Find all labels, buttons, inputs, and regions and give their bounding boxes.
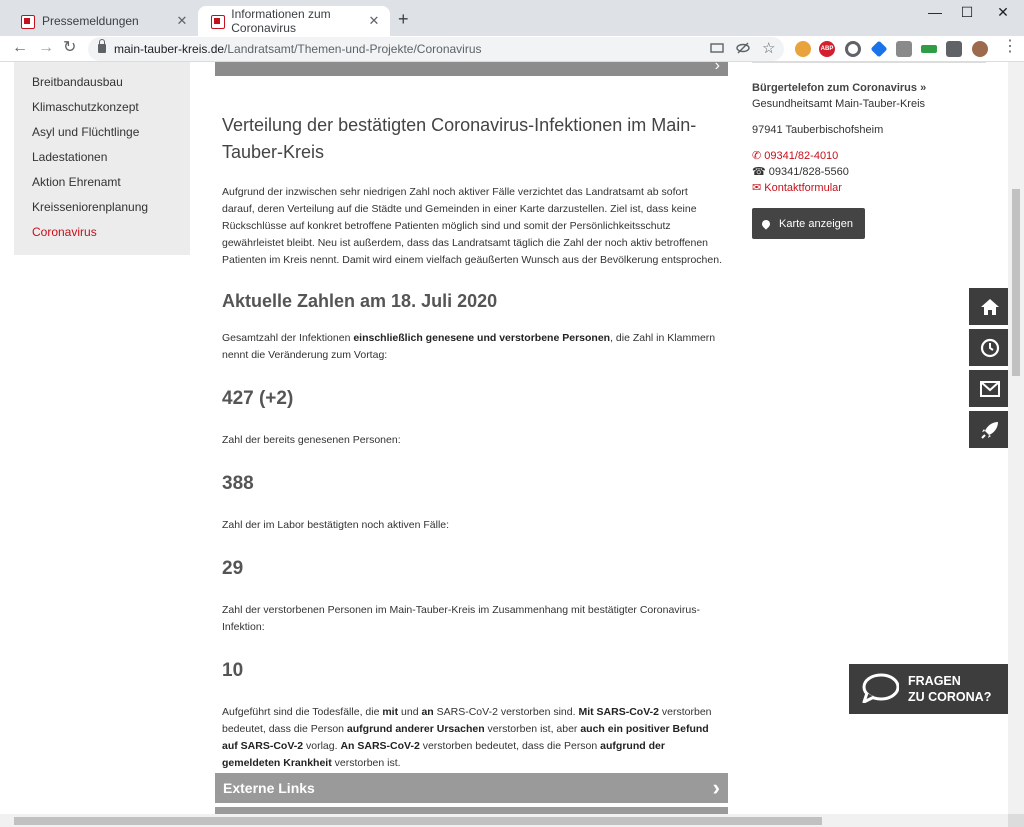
chat-bubble-icon	[862, 673, 899, 703]
clock-icon	[980, 338, 999, 357]
corona-questions-button[interactable]: FRAGEN ZU CORONA?	[849, 664, 1008, 714]
minimize-icon[interactable]: —	[920, 4, 950, 20]
envelope-icon: ✉	[752, 182, 765, 194]
deaths-note: Aufgeführt sind die Todesfälle, die mit …	[222, 706, 712, 769]
tab-coronavirus[interactable]: Informationen zum Coronavirus ✕	[198, 6, 390, 36]
extensions-puzzle-icon[interactable]	[946, 41, 962, 57]
browser-menu-icon[interactable]: ⋮	[1002, 38, 1018, 56]
contact-button[interactable]	[969, 370, 1008, 409]
mail-icon	[979, 380, 1000, 397]
new-tab-icon[interactable]: +	[398, 10, 409, 28]
map-pin-icon	[760, 217, 772, 230]
cast-icon[interactable]	[710, 41, 724, 55]
current-figures-heading: Aktuelle Zahlen am 18. Juli 2020	[222, 291, 498, 311]
home-icon	[980, 298, 999, 315]
profile-avatar[interactable]	[972, 41, 988, 57]
contact-form-link[interactable]: ✉ Kontaktformular	[752, 180, 986, 196]
site-favicon-icon	[20, 14, 35, 29]
window-close-icon[interactable]: ✕	[988, 4, 1018, 21]
forward-icon[interactable]: →	[38, 39, 54, 57]
external-links-label: Externe Links	[223, 780, 315, 796]
page-heading: Verteilung der bestätigten Coronavirus-I…	[222, 115, 697, 162]
drive-extension-icon[interactable]	[896, 41, 912, 57]
recovered-label: Zahl der bereits genesenen Personen:	[222, 434, 401, 446]
site-favicon-icon	[210, 14, 226, 29]
diamond-extension-icon[interactable]	[870, 40, 888, 58]
fax-icon: ☎	[752, 166, 769, 178]
sidebar-item-breitbandausbau[interactable]: Breitbandausbau	[14, 70, 190, 95]
total-infections-value: 427 (+2)	[222, 388, 294, 409]
reload-icon[interactable]: ↻	[63, 39, 76, 57]
hours-button[interactable]	[969, 329, 1008, 368]
fax-line: ☎ 09341/828-5560	[752, 166, 849, 178]
collapsed-section-bar[interactable]	[215, 62, 728, 76]
adblock-extension-icon[interactable]: ABP	[819, 41, 835, 57]
lock-icon	[98, 39, 106, 53]
horizontal-scrollbar[interactable]	[0, 814, 1008, 827]
tab-title: Pressemeldungen	[42, 14, 139, 28]
maximize-icon[interactable]: ☐	[952, 4, 982, 21]
deaths-label: Zahl der verstorbenen Personen im Main-T…	[222, 604, 700, 633]
sidebar-item-ladestationen[interactable]: Ladestationen	[14, 145, 190, 170]
active-cases-label: Zahl der im Labor bestätigten noch aktiv…	[222, 519, 450, 531]
cookie-extension-icon[interactable]	[795, 41, 811, 57]
tab-close-icon[interactable]: ✕	[174, 13, 190, 29]
contact-box: Bürgertelefon zum Coronavirus » Gesundhe…	[752, 62, 986, 239]
phone-link[interactable]: ✆ 09341/82-4010	[752, 148, 986, 164]
tab-pressemeldungen[interactable]: Pressemeldungen ✕	[8, 6, 198, 36]
org-name: Gesundheitsamt Main-Tauber-Kreis	[752, 98, 926, 110]
green-extension-icon[interactable]	[921, 45, 937, 53]
main-content: Verteilung der bestätigten Coronavirus-I…	[222, 112, 722, 772]
browser-toolbar: ← → ↻ main-tauber-kreis.de/Landratsamt/T…	[0, 36, 1024, 62]
bookmark-star-icon[interactable]: ☆	[762, 39, 775, 57]
url-text: main-tauber-kreis.de/Landratsamt/Themen-…	[114, 42, 482, 56]
sidebar-item-kreisseniorenplanung[interactable]: Kreisseniorenplanung	[14, 195, 190, 220]
home-button[interactable]	[969, 288, 1008, 327]
recovered-value: 388	[222, 473, 254, 494]
total-infections-label: Gesamtzahl der Infektionen einschließlic…	[222, 332, 716, 361]
tracking-eye-icon[interactable]	[736, 41, 750, 55]
intro-paragraph: Aufgrund der inzwischen sehr niedrigen Z…	[222, 186, 722, 266]
phone-icon: ✆	[752, 150, 765, 162]
back-icon[interactable]: ←	[12, 39, 28, 57]
tab-close-icon[interactable]: ✕	[366, 13, 382, 29]
hotline-link[interactable]: Bürgertelefon zum Coronavirus »	[752, 80, 986, 96]
sidebar-nav: Breitbandausbau Klimaschutzkonzept Asyl …	[14, 62, 190, 255]
corona-questions-label: FRAGEN ZU CORONA?	[908, 674, 992, 704]
web-page: Breitbandausbau Klimaschutzkonzept Asyl …	[0, 62, 1008, 814]
external-links-bar[interactable]: Externe Links ›	[215, 773, 728, 803]
city-line: 97941 Tauberbischofsheim	[752, 124, 884, 136]
divider	[752, 62, 986, 66]
chevron-right-icon: ›	[712, 775, 720, 800]
address-bar[interactable]: main-tauber-kreis.de/Landratsamt/Themen-…	[88, 37, 784, 61]
browser-tab-bar: Pressemeldungen ✕ Informationen zum Coro…	[0, 0, 1024, 36]
sidebar-item-coronavirus[interactable]: Coronavirus	[14, 220, 190, 245]
sidebar-item-asyl[interactable]: Asyl und Flüchtlinge	[14, 120, 190, 145]
quick-access-button[interactable]	[969, 411, 1008, 450]
sidebar-item-ehrenamt[interactable]: Aktion Ehrenamt	[14, 170, 190, 195]
vertical-scrollbar[interactable]	[1008, 62, 1024, 814]
sidebar-item-klimaschutzkonzept[interactable]: Klimaschutzkonzept	[14, 95, 190, 120]
scrollbar-thumb[interactable]	[1012, 189, 1020, 376]
show-map-label: Karte anzeigen	[779, 217, 853, 230]
show-map-button[interactable]: Karte anzeigen	[752, 208, 865, 239]
active-cases-value: 29	[222, 558, 244, 579]
scrollbar-corner	[1008, 814, 1024, 827]
rocket-icon	[980, 421, 998, 439]
next-section-bar[interactable]	[215, 807, 728, 814]
deaths-value: 10	[222, 660, 244, 681]
scrollbar-thumb[interactable]	[14, 817, 822, 825]
circle-extension-icon[interactable]	[845, 41, 861, 57]
